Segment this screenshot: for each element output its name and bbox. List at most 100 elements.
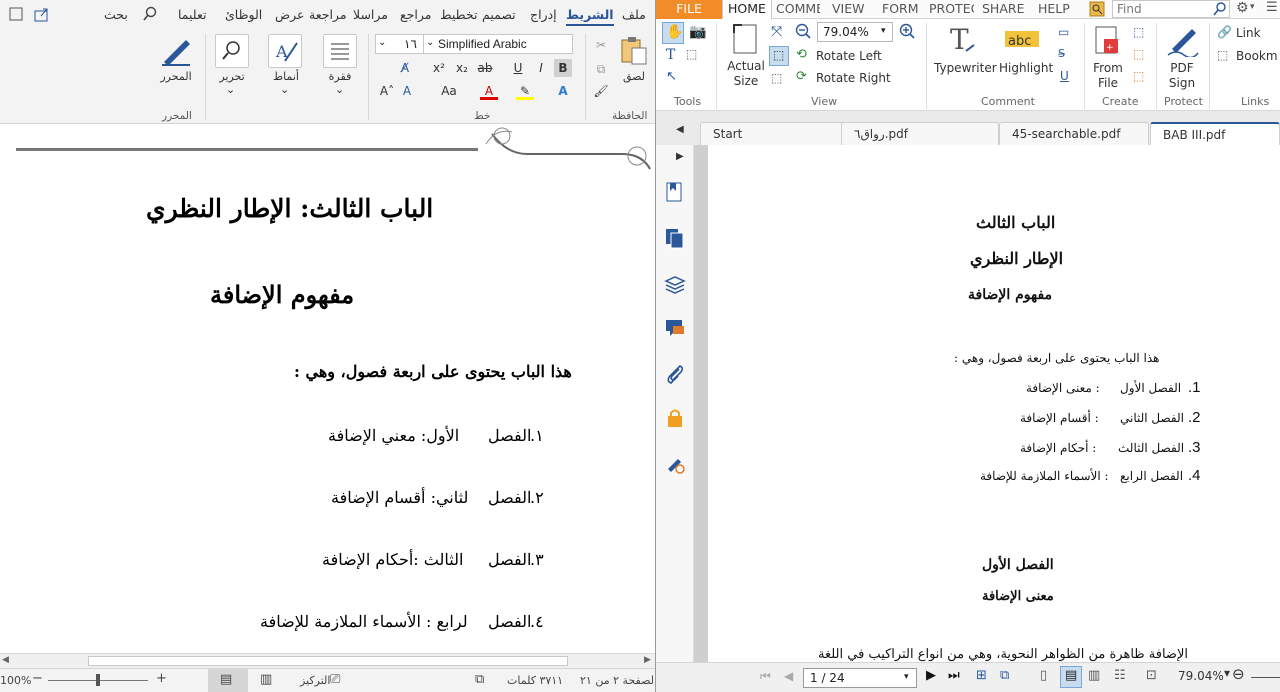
facing-icon[interactable]: ▥ bbox=[1088, 668, 1100, 683]
fit-icon[interactable]: ⤧ bbox=[771, 24, 782, 40]
tab-review[interactable]: مراجعة bbox=[309, 7, 347, 22]
subscript-icon[interactable]: x₂ bbox=[453, 59, 471, 77]
fit-width-icon[interactable]: ⬚ bbox=[771, 71, 782, 85]
share-icon[interactable] bbox=[32, 5, 52, 23]
editor-icon[interactable] bbox=[158, 34, 194, 68]
chevron-down-icon[interactable]: ⌄ bbox=[226, 83, 235, 96]
prev-page-icon[interactable]: ◀ bbox=[784, 669, 793, 683]
from-file-icon[interactable]: + bbox=[1094, 25, 1122, 57]
hand-tool[interactable]: ✋ bbox=[662, 22, 684, 44]
zoom-out-icon[interactable]: − bbox=[32, 671, 43, 686]
tab-home[interactable]: HOME bbox=[722, 0, 772, 20]
bookmarks-panel-icon[interactable] bbox=[664, 181, 686, 203]
security-panel-icon[interactable] bbox=[664, 407, 686, 429]
next-page-icon[interactable]: ▶ bbox=[926, 668, 936, 683]
rotate-right-icon[interactable]: ⟳ bbox=[796, 69, 807, 84]
bold-icon[interactable]: B bbox=[554, 59, 572, 77]
find-input[interactable]: Find bbox=[1112, 0, 1230, 18]
pointer-icon[interactable]: ↖ bbox=[666, 69, 677, 84]
blank-icon[interactable]: ⬚ bbox=[1133, 25, 1144, 39]
font-name-select[interactable]: ⌄ Simplified Arabic bbox=[423, 34, 573, 54]
page-number-input[interactable]: 1 / 24 ▾ bbox=[803, 668, 917, 688]
attachments-panel-icon[interactable] bbox=[664, 363, 686, 385]
doc-tab-active[interactable]: BAB III.pdf bbox=[1150, 122, 1280, 145]
tab-mailings[interactable]: مراسلا bbox=[353, 7, 388, 22]
chevron-down-icon[interactable]: ⌄ bbox=[280, 83, 289, 96]
search-settings-icon[interactable] bbox=[1089, 1, 1105, 17]
strikeout-icon[interactable]: S̶ bbox=[1058, 47, 1065, 60]
text-effect-icon[interactable]: A bbox=[554, 82, 572, 100]
tab-scroll-left-icon[interactable]: ◀ bbox=[676, 124, 684, 135]
focus-icon[interactable]: ⎚ bbox=[330, 672, 340, 687]
superscript-icon[interactable]: x² bbox=[430, 59, 448, 77]
typewriter-button[interactable]: Typewriter bbox=[934, 61, 997, 75]
search-icon[interactable] bbox=[1213, 2, 1227, 16]
zoom-in-icon[interactable] bbox=[899, 23, 915, 39]
highlight-icon[interactable]: abc bbox=[1005, 25, 1039, 55]
expand-panel-icon[interactable]: ▶ bbox=[676, 151, 684, 162]
actual-size-icon[interactable] bbox=[730, 23, 762, 57]
zoom-select[interactable]: 79.04% ▾ bbox=[817, 22, 893, 42]
tab-comment[interactable]: COMME bbox=[776, 0, 820, 19]
paragraph-button[interactable]: فقرة bbox=[320, 70, 360, 83]
pdf-sign-button[interactable]: PDF Sign bbox=[1164, 61, 1200, 91]
chevron-down-icon[interactable]: ▾ bbox=[1250, 2, 1255, 12]
link-icon[interactable]: 🔗 bbox=[1217, 25, 1232, 39]
bookmark-icon[interactable]: ⬚ bbox=[1217, 48, 1228, 62]
italic-icon[interactable]: I bbox=[532, 59, 550, 77]
horizontal-scrollbar[interactable]: ◀ ▶ bbox=[0, 653, 655, 668]
tab-layout[interactable]: تخطيط bbox=[440, 7, 477, 22]
page-layout-icon[interactable]: ⊞ bbox=[976, 668, 987, 683]
doc-tab[interactable]: Start bbox=[700, 122, 848, 145]
proofing-icon[interactable]: ⧉ bbox=[475, 672, 484, 687]
text-effects-icon[interactable]: A bbox=[398, 82, 416, 100]
read-mode-icon[interactable]: ▥ bbox=[260, 672, 272, 687]
gear-icon[interactable]: ⚙ bbox=[1236, 0, 1249, 16]
zoom-out-circle-icon[interactable]: ⊖ bbox=[1232, 665, 1245, 683]
note-icon[interactable]: ▭ bbox=[1058, 25, 1069, 39]
single-page-icon[interactable]: ▯ bbox=[1040, 668, 1047, 683]
pdf-sign-icon[interactable] bbox=[1166, 23, 1200, 57]
rotate-left-icon[interactable]: ⟲ bbox=[796, 47, 807, 62]
tab-design[interactable]: تصميم bbox=[482, 7, 516, 22]
rotate-left-button[interactable]: Rotate Left bbox=[816, 49, 882, 63]
tab-help[interactable]: HELP bbox=[1038, 0, 1070, 19]
word-count[interactable]: ٣٧١١ كلمات bbox=[507, 674, 563, 687]
pdf-page[interactable]: الباب الثالث الإطار النظري مفهوم الإضافة… bbox=[708, 145, 1280, 662]
continuous-facing-icon[interactable]: ☷ bbox=[1114, 668, 1126, 683]
paste-button[interactable]: لصق bbox=[616, 70, 652, 83]
font-size-select[interactable]: ⌄ ١٦ bbox=[375, 34, 427, 54]
first-page-icon[interactable]: ⏮ bbox=[760, 669, 771, 684]
cut-icon[interactable]: ✂ bbox=[592, 36, 610, 54]
scroll-right-icon[interactable]: ▶ bbox=[644, 655, 651, 665]
clear-format-icon[interactable]: A̸ bbox=[396, 59, 414, 77]
page-count[interactable]: الصفحة ٢ من ٢١ bbox=[580, 674, 655, 687]
zoom-slider[interactable] bbox=[1251, 677, 1280, 678]
tab-share[interactable]: SHARE bbox=[982, 0, 1024, 19]
last-page-icon[interactable]: ⏭ bbox=[948, 668, 960, 683]
editor-button[interactable]: المحرر bbox=[158, 70, 194, 83]
select-annotation-icon[interactable]: ⬚ bbox=[686, 47, 697, 61]
zoom-in-icon[interactable]: + bbox=[156, 671, 167, 686]
signature-panel-icon[interactable] bbox=[664, 453, 686, 475]
doc-tab[interactable]: رواق٦.pdf bbox=[841, 122, 999, 145]
scroll-thumb[interactable] bbox=[88, 656, 568, 666]
focus-label[interactable]: التركيز bbox=[300, 674, 330, 687]
styles-icon[interactable]: A bbox=[268, 34, 302, 68]
tab-protect[interactable]: PROTEC bbox=[929, 0, 974, 19]
tab-home[interactable]: الشريط bbox=[566, 7, 614, 26]
paste-icon[interactable] bbox=[618, 34, 650, 66]
bookmark-button[interactable]: Bookm bbox=[1236, 49, 1278, 63]
change-case-icon[interactable]: Aa bbox=[440, 82, 458, 100]
comments-panel-icon[interactable] bbox=[664, 317, 686, 339]
find-icon[interactable] bbox=[215, 34, 249, 68]
search-icon[interactable] bbox=[142, 6, 158, 22]
snapshot-icon[interactable]: 📷 bbox=[689, 24, 706, 40]
word-document[interactable]: الباب الثالث: الإطار النظري مفهوم الإضاف… bbox=[0, 124, 655, 653]
tab-search-label[interactable]: بحث bbox=[104, 7, 128, 22]
highlight-button[interactable]: Highlight bbox=[999, 61, 1053, 75]
zoom-menu-icon[interactable]: ▾ bbox=[1224, 666, 1230, 680]
format-painter-icon[interactable]: 🖌 bbox=[592, 82, 610, 100]
font-color-icon[interactable]: A bbox=[480, 82, 498, 100]
tab-addins[interactable]: الوظائ bbox=[225, 7, 262, 22]
